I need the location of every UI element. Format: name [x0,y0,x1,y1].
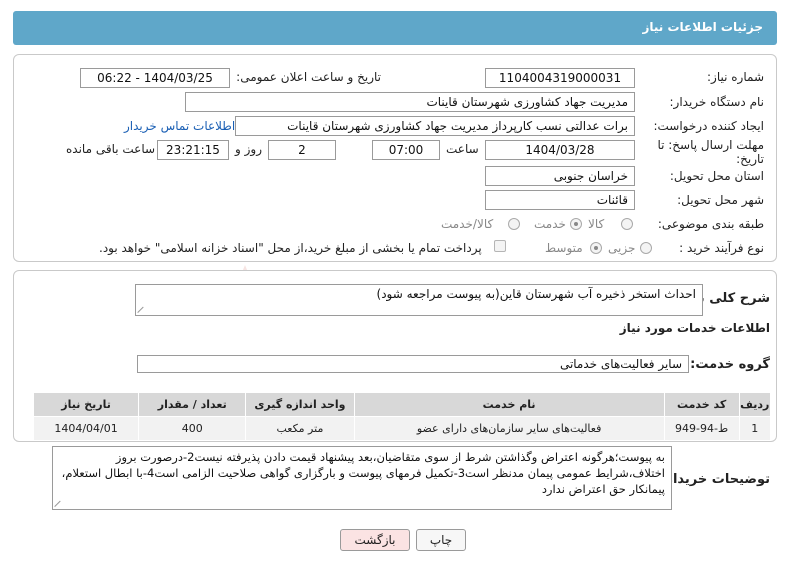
process-minor-radio[interactable] [640,242,652,254]
remaining-time-field: 23:21:15 [157,140,229,160]
back-button[interactable]: بازگشت [340,529,410,551]
resize-handle[interactable] [138,305,146,313]
need-number-field: 1104004319000031 [485,68,635,88]
days-remaining-field: 2 [268,140,336,160]
services-section-title: اطلاعات خدمات مورد نیاز [619,321,770,335]
category-service-label: خدمت [534,217,566,231]
deadline-date-field: 1404/03/28 [485,140,635,160]
city-label: شهر محل تحویل: [677,193,764,207]
deadline-time-label: ساعت [446,142,479,156]
category-goods-radio[interactable] [621,218,633,230]
cell-row-number: 1 [738,416,772,441]
category-goods-service-radio[interactable] [508,218,520,230]
col-row-number: ردیف [738,392,772,417]
page-header: جزئیات اطلاعات نیاز [13,11,777,45]
category-label: طبقه بندی موضوعی: [657,217,764,231]
col-unit: واحد اندازه گیری [245,392,355,417]
col-need-date: تاریخ نیاز [32,392,140,417]
resize-handle[interactable] [55,499,63,507]
cell-service-name: فعالیت‌های سایر سازمان‌های دارای عضو [353,416,665,441]
treasury-payment-note: پرداخت تمام یا بخشی از مبلغ خرید،از محل … [99,241,482,255]
announce-date-label: تاریخ و ساعت اعلان عمومی: [236,70,381,84]
buyer-notes-label: توضیحات خریدار: [660,472,770,487]
city-field: قائنات [485,190,635,210]
col-quantity: تعداد / مقدار [138,392,247,417]
deadline-label-date: تاریخ: [736,152,764,166]
process-medium-radio[interactable] [590,242,602,254]
process-minor-label: جزیی [608,241,636,255]
deadline-time-field: 07:00 [372,140,440,160]
print-button[interactable]: چاپ [416,529,466,551]
service-group-label: گروه خدمت: [690,357,770,372]
category-service-radio[interactable] [570,218,582,230]
process-type-label: نوع فرآیند خرید : [679,241,764,255]
description-field[interactable]: احداث استخر ذخیره آب شهرستان قاین(به پیو… [135,284,703,316]
cell-quantity: 400 [138,416,247,441]
table-row: 1 ط-94-949 فعالیت‌های سایر سازمان‌های دا… [32,416,772,441]
announce-date-field: 1404/03/25 - 06:22 [80,68,230,88]
cell-service-code: ط-94-949 [663,416,740,441]
remaining-time-label: ساعت باقی مانده [66,142,156,156]
requester-label: ایجاد کننده درخواست: [653,119,764,133]
buyer-org-label: نام دستگاه خریدار: [669,95,765,109]
process-medium-label: متوسط [545,241,583,255]
days-label: روز و [235,142,262,156]
need-number-label: شماره نیاز: [707,70,764,84]
service-group-field: سایر فعالیت‌های خدماتی [137,355,689,373]
col-service-name: نام خدمت [353,392,665,417]
cell-need-date: 1404/04/01 [32,416,140,441]
cell-unit: متر مکعب [245,416,355,441]
treasury-payment-checkbox[interactable] [494,240,506,252]
category-goods-service-label: کالا/خدمت [441,217,494,231]
col-service-code: کد خدمت [663,392,740,417]
province-field: خراسان جنوبی [485,166,635,186]
buyer-notes-field[interactable]: به پیوست؛هرگونه اعتراض وگذاشتن شرط از سو… [52,446,672,510]
province-label: استان محل تحویل: [669,169,764,183]
buyer-notes-text: به پیوست؛هرگونه اعتراض وگذاشتن شرط از سو… [61,450,665,496]
deadline-label: مهلت ارسال پاسخ: تا [657,138,764,152]
services-table: ردیف کد خدمت نام خدمت واحد اندازه گیری ت… [32,392,772,441]
buyer-org-field: مدیریت جهاد کشاورزی شهرستان قاینات [185,92,635,112]
buyer-contact-link[interactable]: اطلاعات تماس خریدار [124,119,235,133]
page-title: جزئیات اطلاعات نیاز [642,20,763,34]
requester-field: برات عدالتی نسب کارپرداز مدیریت جهاد کشا… [235,116,635,136]
description-text: احداث استخر ذخیره آب شهرستان قاین(به پیو… [376,287,696,301]
table-header-row: ردیف کد خدمت نام خدمت واحد اندازه گیری ت… [32,392,772,417]
category-goods-label: کالا [588,217,605,231]
